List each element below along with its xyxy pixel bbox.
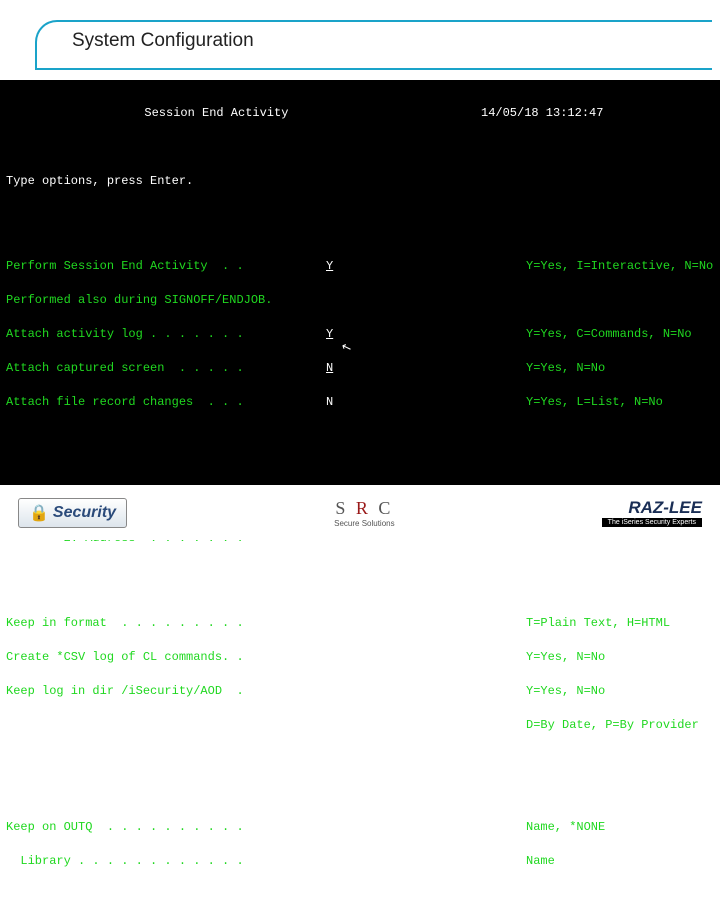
field-keep-log-dir-hint2: D=By Date, P=By Provider — [6, 717, 714, 734]
lock-icon: 🔒 — [29, 503, 49, 523]
terminal-screen: Session End Activity 14/05/18 13:12:47 T… — [0, 80, 720, 485]
blank-underline-row — [6, 564, 714, 581]
input-format[interactable]: T — [326, 616, 333, 630]
logo-isecurity: 🔒 Security — [18, 498, 127, 528]
input-mail-address-2[interactable] — [326, 564, 585, 581]
field-keep-log-dir: Keep log in dir /iSecurity/AOD . D Y=Yes… — [6, 683, 714, 700]
input-attach-screen[interactable]: N — [326, 361, 333, 375]
input-logdir[interactable]: D — [326, 684, 333, 698]
instruction-text: Type options, press Enter. — [6, 173, 714, 190]
input-attach-file[interactable]: N — [326, 395, 333, 409]
input-outq-lib[interactable] — [326, 854, 384, 868]
page-title: System Configuration — [68, 30, 258, 52]
field-attach-file-record: Attach file record changes . . . N Y=Yes… — [6, 394, 714, 411]
input-csv[interactable]: N — [326, 650, 333, 664]
field-keep-outq: Keep on OUTQ . . . . . . . . . . *NONE N… — [6, 819, 714, 836]
field-perform-session-end: Perform Session End Activity . . Y Y=Yes… — [6, 258, 714, 275]
footer-bar: 🔒 Security S R C Secure Solutions RAZ-LE… — [0, 485, 720, 540]
field-outq-library: Library . . . . . . . . . . . . Name — [6, 853, 714, 870]
field-attach-activity-log: Attach activity log . . . . . . . Y Y=Ye… — [6, 326, 714, 343]
screen-datetime: 14/05/18 13:12:47 — [481, 105, 603, 122]
input-outq[interactable]: *NONE — [326, 820, 384, 834]
screen-title: Session End Activity — [6, 105, 326, 122]
logo-src: S R C Secure Solutions — [334, 498, 394, 528]
input-attach-log[interactable]: Y — [326, 327, 333, 341]
field-keep-format: Keep in format . . . . . . . . . T T=Pla… — [6, 615, 714, 632]
field-csv-log: Create *CSV log of CL commands. . N Y=Ye… — [6, 649, 714, 666]
field-performed-during-signoff: Performed also during SIGNOFF/ENDJOB. — [6, 292, 714, 309]
field-attach-captured-screen: Attach captured screen . . . . . N Y=Yes… — [6, 360, 714, 377]
input-perform[interactable]: Y — [326, 259, 333, 273]
logo-razlee: RAZ-LEE The iSeries Security Experts — [602, 498, 702, 527]
